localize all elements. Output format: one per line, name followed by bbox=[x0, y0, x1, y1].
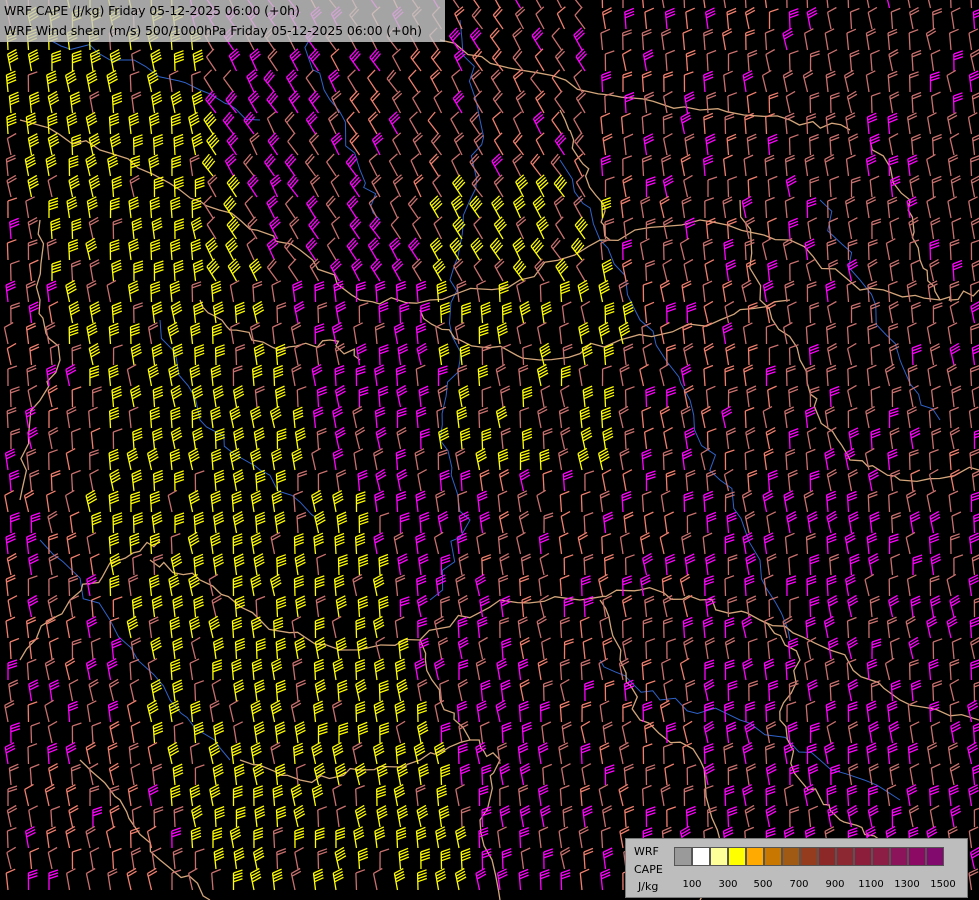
barb-shaft bbox=[788, 137, 791, 156]
weather-map bbox=[0, 0, 979, 900]
barb-shaft bbox=[522, 347, 525, 366]
barb-shaft bbox=[706, 53, 709, 72]
barb-shaft bbox=[296, 389, 299, 408]
barb-shaft bbox=[191, 74, 194, 93]
barb-shaft bbox=[847, 0, 850, 9]
barb-shaft bbox=[806, 0, 809, 9]
barb-shaft bbox=[706, 431, 709, 450]
barb-shaft bbox=[928, 452, 932, 471]
barb-shaft bbox=[519, 410, 522, 429]
barb-shaft bbox=[70, 431, 74, 450]
barb-shaft bbox=[870, 389, 873, 408]
barb-shaft bbox=[604, 95, 607, 114]
barb-shaft bbox=[70, 473, 74, 492]
barb-shaft bbox=[870, 95, 873, 114]
barb-shaft bbox=[788, 53, 791, 72]
barb-shaft bbox=[624, 389, 627, 408]
barb-shaft bbox=[764, 200, 768, 219]
barb-shaft bbox=[950, 0, 952, 9]
barb-shaft bbox=[970, 0, 973, 9]
barb-shaft bbox=[788, 347, 791, 366]
barb-shaft bbox=[744, 410, 747, 429]
barb-shaft bbox=[847, 368, 850, 387]
barb-shaft bbox=[542, 473, 545, 492]
barb-shaft bbox=[747, 179, 750, 198]
barb-shaft bbox=[727, 95, 730, 114]
barb-shaft bbox=[129, 74, 132, 93]
barb-shaft bbox=[908, 32, 911, 51]
barb-shaft bbox=[539, 284, 542, 303]
barb-shaft bbox=[727, 179, 730, 198]
barb-shaft bbox=[6, 242, 9, 261]
barb-shaft bbox=[683, 0, 686, 9]
barb-shaft bbox=[744, 452, 747, 471]
barb-shaft bbox=[970, 284, 973, 303]
barb-shaft bbox=[765, 116, 768, 135]
